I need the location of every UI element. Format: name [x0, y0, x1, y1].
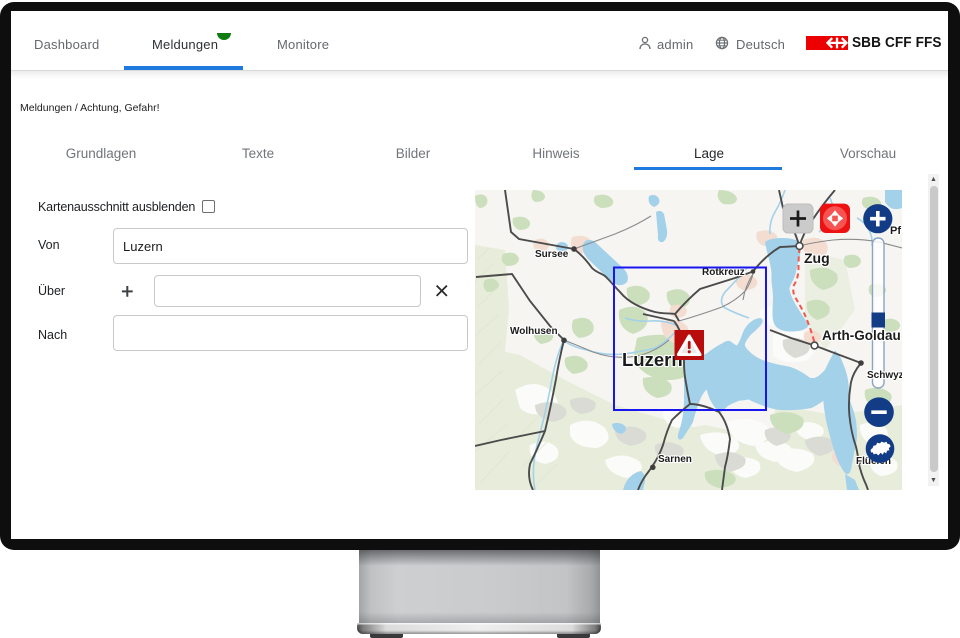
svg-text:Pf: Pf — [890, 225, 901, 237]
svg-text:Luzern: Luzern — [622, 349, 683, 370]
svg-text:Rotkreuz: Rotkreuz — [702, 267, 745, 278]
svg-text:Sarnen: Sarnen — [658, 454, 692, 465]
svg-text:Schwyz: Schwyz — [867, 370, 902, 381]
svg-text:Arth-Goldau: Arth-Goldau — [822, 328, 901, 343]
svg-text:Sursee: Sursee — [535, 249, 569, 260]
svg-text:Zug: Zug — [804, 250, 830, 266]
svg-text:Wolhusen: Wolhusen — [510, 326, 558, 337]
